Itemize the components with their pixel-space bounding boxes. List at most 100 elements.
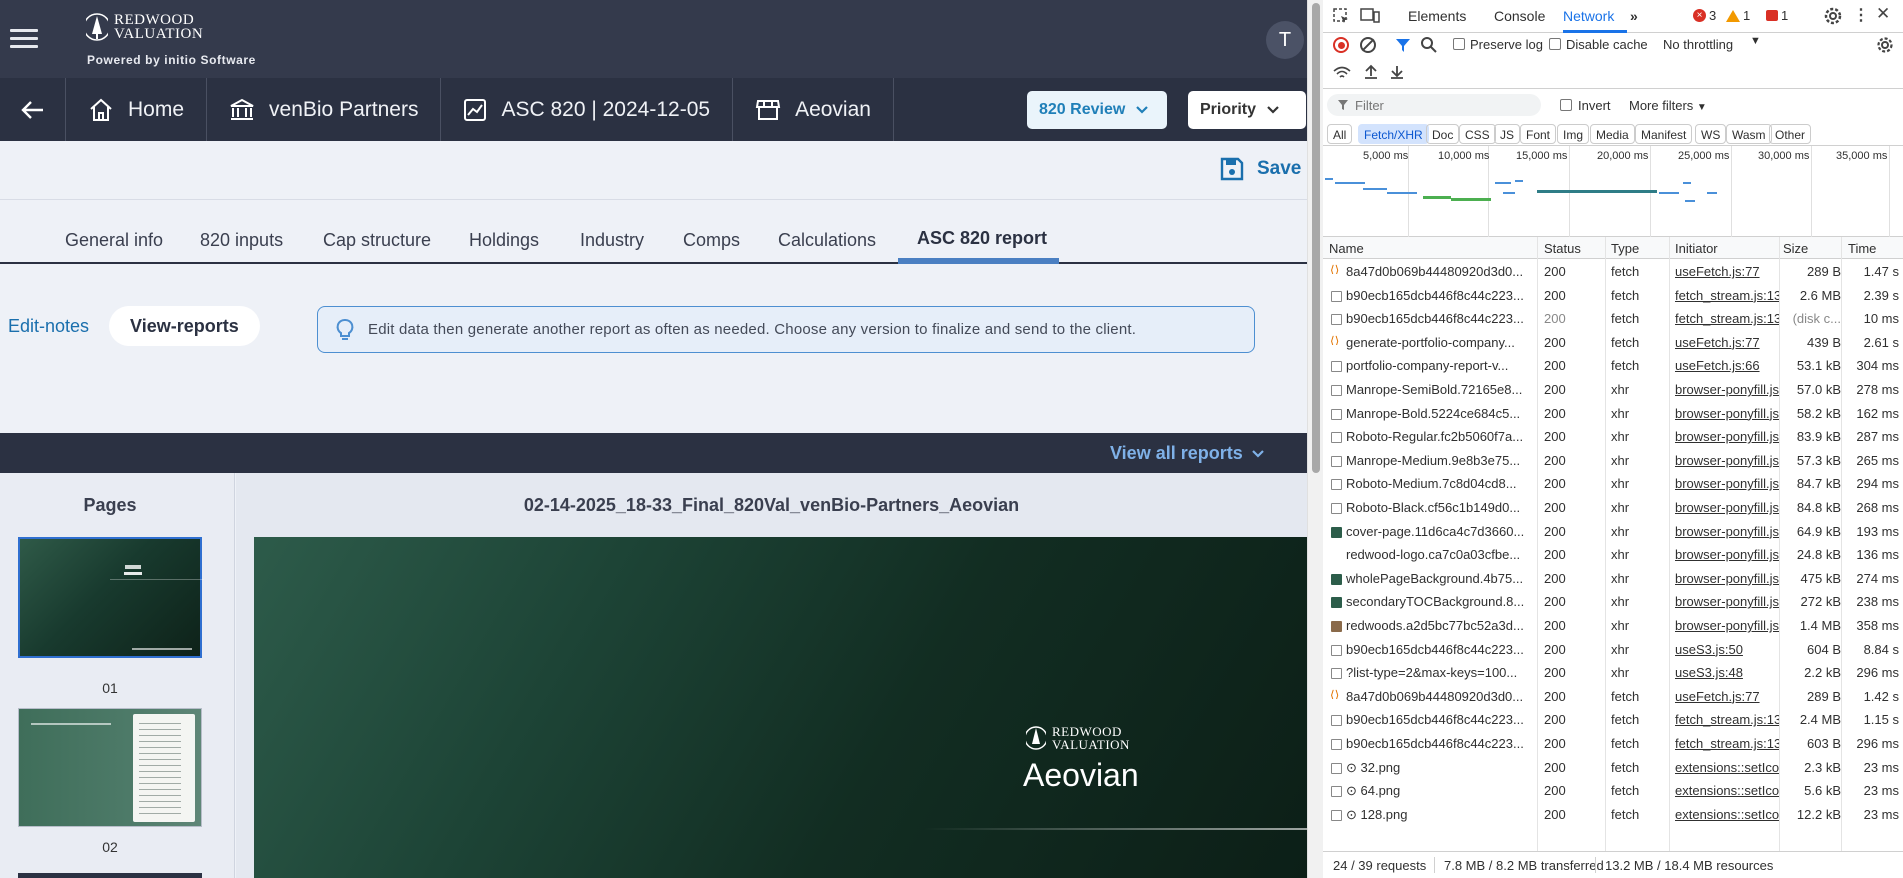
menu-icon[interactable] [10, 29, 38, 49]
type-filter-manifest[interactable]: Manifest [1635, 124, 1693, 144]
type-filter-js[interactable]: JS [1494, 124, 1521, 144]
type-filter-media[interactable]: Media [1590, 124, 1635, 144]
network-timeline-overview[interactable]: 5,000 ms 10,000 ms 15,000 ms 20,000 ms 2… [1323, 146, 1903, 237]
column-type[interactable]: Type [1611, 241, 1639, 256]
table-row[interactable]: b90ecb165dcb446f8c44c223... 200 fetch fetch… [1323, 284, 1903, 308]
tab-general-info[interactable]: General info [65, 230, 163, 251]
import-har-icon[interactable] [1363, 64, 1379, 80]
settings-gear-icon[interactable] [1823, 6, 1843, 26]
type-filter-css[interactable]: CSS [1459, 124, 1496, 144]
type-filter-fetch-xhr[interactable]: Fetch/XHR [1358, 124, 1429, 144]
tab-cap-structure[interactable]: Cap structure [323, 230, 431, 251]
column-initiator[interactable]: Initiator [1675, 241, 1718, 256]
page-thumbnail-3[interactable] [18, 873, 202, 878]
back-button[interactable] [0, 78, 66, 141]
request-initiator[interactable]: useS3.js:48 [1675, 665, 1779, 680]
type-filter-img[interactable]: Img [1557, 124, 1590, 144]
device-toolbar-icon[interactable] [1360, 7, 1380, 25]
table-row[interactable]: portfolio-company-report-v... 200 fetch use… [1323, 354, 1903, 378]
request-initiator[interactable]: browser-ponyfill.js [1675, 382, 1779, 397]
invert-checkbox[interactable] [1560, 99, 1572, 111]
request-initiator[interactable]: useFetch.js:66 [1675, 358, 1779, 373]
search-icon[interactable] [1420, 36, 1437, 53]
tab-holdings[interactable]: Holdings [469, 230, 539, 251]
table-row[interactable]: Manrope-Bold.5224ce684c5... 200 xhr browser… [1323, 402, 1903, 426]
tab-comps[interactable]: Comps [683, 230, 740, 251]
table-row[interactable]: redwoods.a2d5bc77bc52a3d... 200 xhr browser… [1323, 614, 1903, 638]
request-initiator[interactable]: browser-ponyfill.js [1675, 476, 1779, 491]
request-initiator[interactable]: browser-ponyfill.js [1675, 524, 1779, 539]
table-row[interactable]: secondaryTOCBackground.8... 200 xhr browser… [1323, 590, 1903, 614]
breadcrumb-valuation[interactable]: ASC 820 | 2024-12-05 [441, 78, 734, 141]
devtools-tab-console[interactable]: Console [1494, 8, 1545, 24]
clear-icon[interactable] [1360, 37, 1376, 53]
tab-asc-820-report[interactable]: ASC 820 report [917, 228, 1047, 249]
network-settings-icon[interactable] [1876, 36, 1894, 54]
table-row[interactable]: wholePageBackground.4b75... 200 xhr browser… [1323, 567, 1903, 591]
review-dropdown-button[interactable]: 820 Review [1027, 91, 1167, 129]
type-filter-doc[interactable]: Doc [1426, 124, 1460, 144]
request-initiator[interactable]: browser-ponyfill.js [1675, 547, 1779, 562]
table-row[interactable]: cover-page.11d6ca4c7d3660... 200 xhr browse… [1323, 520, 1903, 544]
more-tabs-icon[interactable]: » [1630, 8, 1638, 24]
request-initiator[interactable]: browser-ponyfill.js [1675, 453, 1779, 468]
view-reports-option[interactable]: View-reports [109, 306, 260, 346]
error-counter[interactable]: × 3 [1693, 8, 1716, 23]
table-row[interactable]: Roboto-Regular.fc2b5060f7a... 200 xhr brows… [1323, 425, 1903, 449]
devtools-tab-elements[interactable]: Elements [1408, 8, 1466, 24]
request-initiator[interactable]: useFetch.js:77 [1675, 335, 1779, 350]
type-filter-wasm[interactable]: Wasm [1726, 124, 1772, 144]
inspect-element-icon[interactable] [1332, 7, 1350, 25]
request-initiator[interactable]: browser-ponyfill.js [1675, 594, 1779, 609]
user-avatar[interactable]: T [1266, 21, 1304, 59]
table-row[interactable]: b90ecb165dcb446f8c44c223... 200 xhr useS3.j… [1323, 638, 1903, 662]
request-initiator[interactable]: extensions::setIco [1675, 807, 1779, 822]
table-row[interactable]: ⟨⟩ 8a47d0b069b44480920d3d0... 200 fetch useF… [1323, 685, 1903, 709]
tab-calculations[interactable]: Calculations [778, 230, 876, 251]
request-initiator[interactable]: browser-ponyfill.js [1675, 429, 1779, 444]
table-row[interactable]: ⟨⟩ 8a47d0b069b44480920d3d0... 200 fetch useF… [1323, 260, 1903, 284]
type-filter-font[interactable]: Font [1520, 124, 1557, 144]
request-initiator[interactable]: useS3.js:50 [1675, 642, 1779, 657]
type-filter-other[interactable]: Other [1769, 124, 1812, 144]
table-row[interactable]: redwood-logo.ca7c0a03cfbe... 200 xhr browse… [1323, 543, 1903, 567]
request-initiator[interactable]: browser-ponyfill.js [1675, 406, 1779, 421]
type-filter-all[interactable]: All [1327, 124, 1353, 144]
type-filter-ws[interactable]: WS [1695, 124, 1727, 144]
record-icon[interactable] [1333, 37, 1349, 53]
export-har-icon[interactable] [1389, 64, 1405, 80]
request-initiator[interactable]: extensions::setIco [1675, 783, 1779, 798]
tab-820-inputs[interactable]: 820 inputs [200, 230, 283, 251]
column-time[interactable]: Time [1848, 241, 1876, 256]
column-size[interactable]: Size [1783, 241, 1808, 256]
request-initiator[interactable]: browser-ponyfill.js [1675, 500, 1779, 515]
table-row[interactable]: b90ecb165dcb446f8c44c223... 200 fetch fetch… [1323, 732, 1903, 756]
breadcrumb-fund[interactable]: venBio Partners [207, 78, 442, 141]
filter-funnel-icon[interactable] [1395, 37, 1411, 53]
request-initiator[interactable]: useFetch.js:77 [1675, 689, 1779, 704]
table-row[interactable]: Roboto-Black.cf56c1b149d0... 200 xhr browse… [1323, 496, 1903, 520]
column-name[interactable]: Name [1329, 241, 1364, 256]
network-conditions-icon[interactable] [1333, 66, 1351, 80]
page-thumbnail-2[interactable] [18, 708, 202, 827]
tab-industry[interactable]: Industry [580, 230, 644, 251]
table-row[interactable]: Roboto-Medium.7c8d04cd8... 200 xhr browser-… [1323, 472, 1903, 496]
request-initiator[interactable]: useFetch.js:77 [1675, 264, 1779, 279]
throttling-select[interactable]: No throttling [1663, 37, 1733, 52]
request-initiator[interactable]: fetch_stream.js:13 [1675, 712, 1779, 727]
issues-counter[interactable]: 1 [1766, 8, 1788, 23]
page-thumbnail-1[interactable] [18, 537, 204, 658]
breadcrumb-company[interactable]: Aeovian [733, 78, 894, 141]
request-initiator[interactable]: fetch_stream.js:13 [1675, 311, 1779, 326]
redwood-logo[interactable]: REDWOOD VALUATION [86, 12, 203, 42]
table-row[interactable]: ?list-type=2&max-keys=100... 200 xhr useS3.… [1323, 661, 1903, 685]
disable-cache-checkbox[interactable] [1549, 38, 1561, 50]
table-row[interactable]: b90ecb165dcb446f8c44c223... 200 fetch fetch… [1323, 307, 1903, 331]
table-row[interactable]: ⊙ 128.png 200 fetch extensions::setIco 12.2 … [1323, 803, 1903, 827]
edit-notes-option[interactable]: Edit-notes [0, 306, 97, 346]
request-initiator[interactable]: fetch_stream.js:13 [1675, 736, 1779, 751]
table-row[interactable]: ⟨⟩ generate-portfolio-company... 200 fetch u… [1323, 331, 1903, 355]
request-initiator[interactable]: fetch_stream.js:13 [1675, 288, 1779, 303]
more-filters-button[interactable]: More filters ▼ [1629, 98, 1707, 113]
table-row[interactable]: b90ecb165dcb446f8c44c223... 200 fetch fetch… [1323, 708, 1903, 732]
